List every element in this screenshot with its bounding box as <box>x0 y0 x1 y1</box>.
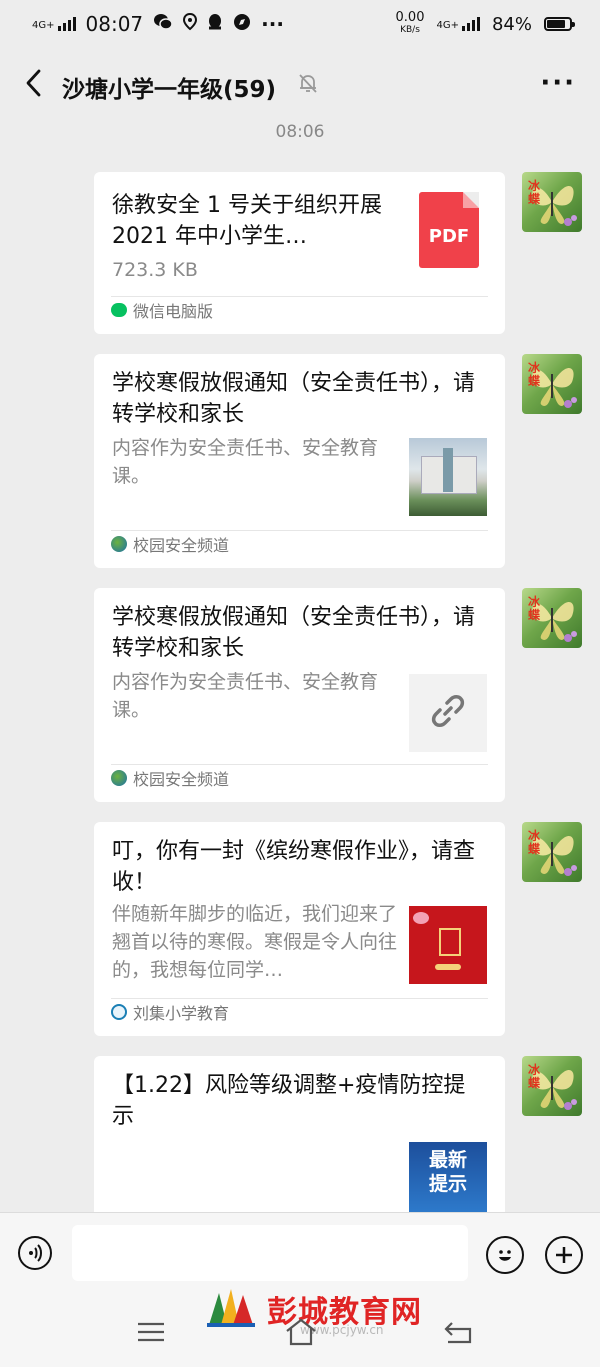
article-desc: 内容作为安全责任书、安全教育课。 <box>112 437 379 487</box>
message-source: 校园安全频道 <box>111 766 229 790</box>
avatar-text: 冰蝶 <box>528 361 541 388</box>
emoji-icon[interactable] <box>486 1236 524 1274</box>
file-title: 徐教安全 1 号关于组织开展 2021 年中小学生… <box>112 193 382 249</box>
battery-fill <box>547 20 565 28</box>
article-thumbnail <box>409 438 487 516</box>
wechat-pc-icon <box>111 303 127 317</box>
file-message[interactable]: 徐教安全 1 号关于组织开展 2021 年中小学生… 723.3 KB PDF … <box>94 172 505 334</box>
avatar[interactable]: 冰蝶 <box>522 172 582 232</box>
home-icon[interactable] <box>284 1317 318 1351</box>
voice-icon[interactable] <box>18 1236 52 1270</box>
back-nav-icon[interactable] <box>442 1319 474 1349</box>
article-message[interactable]: 学校寒假放假通知（安全责任书），请转学校和家长 内容作为安全责任书、安全教育课。… <box>94 588 505 802</box>
avatar[interactable]: 冰蝶 <box>522 354 582 414</box>
article-title: 叮，你有一封《缤纷寒假作业》，请查收！ <box>112 839 476 895</box>
source-label: 校园安全频道 <box>133 770 230 789</box>
article-message[interactable]: 学校寒假放假通知（安全责任书），请转学校和家长 内容作为安全责任书、安全教育课。… <box>94 354 505 568</box>
menu-icon[interactable] <box>136 1321 166 1347</box>
bell-off-icon <box>297 72 319 98</box>
divider <box>111 998 488 999</box>
net-speed: 0.00 KB/s <box>395 10 425 36</box>
battery-percent: 84% <box>491 13 532 35</box>
article-title: 【1.22】风险等级调整+疫情防控提示 <box>112 1073 466 1129</box>
divider <box>111 764 488 765</box>
message-timestamp: 08:06 <box>275 122 325 142</box>
wechat-icon <box>153 12 173 36</box>
article-thumbnail <box>409 906 487 984</box>
article-desc: 伴随新年脚步的临近，我们迎来了翘首以待的寒假。寒假是令人向往的，我想每位同学… <box>112 903 398 981</box>
link-thumbnail <box>409 674 487 752</box>
avatar-text: 冰蝶 <box>528 829 541 856</box>
net-speed-value: 0.00 <box>395 10 425 25</box>
source-label: 刘集小学教育 <box>133 1004 230 1023</box>
source-label: 校园安全频道 <box>133 536 230 555</box>
input-bar: 彭城教育网 www.pcjyw.cn <box>0 1212 600 1367</box>
pdf-label: PDF <box>428 225 470 247</box>
article-title: 学校寒假放假通知（安全责任书），请转学校和家长 <box>112 371 476 427</box>
compass-icon <box>233 12 251 36</box>
pdf-file-icon: PDF <box>419 192 479 268</box>
avatar-text: 冰蝶 <box>528 595 541 622</box>
network-type-label: 4G+ <box>32 20 55 31</box>
plus-icon[interactable] <box>545 1236 583 1274</box>
file-size: 723.3 KB <box>112 259 198 281</box>
source-label: 微信电脑版 <box>133 302 214 321</box>
article-thumbnail: 最新提示 <box>409 1142 487 1220</box>
message-source: 刘集小学教育 <box>111 1000 229 1024</box>
location-icon <box>183 12 198 36</box>
message-source: 微信电脑版 <box>111 298 213 322</box>
divider <box>111 530 488 531</box>
avatar[interactable]: 冰蝶 <box>522 822 582 882</box>
thumbnail-text: 最新提示 <box>428 1149 467 1195</box>
message-input[interactable] <box>72 1225 468 1281</box>
qq-icon <box>207 12 223 36</box>
avatar[interactable]: 冰蝶 <box>522 1056 582 1116</box>
article-title: 学校寒假放假通知（安全责任书），请转学校和家长 <box>112 605 476 661</box>
channel-logo-icon <box>111 536 127 552</box>
globe-icon <box>111 1004 127 1020</box>
network-type-label-right: 4G+ <box>436 20 459 31</box>
system-nav-bar <box>0 1305 600 1367</box>
avatar-text: 冰蝶 <box>528 179 541 206</box>
signal-icon <box>57 17 76 31</box>
channel-logo-icon <box>111 770 127 786</box>
avatar[interactable]: 冰蝶 <box>522 588 582 648</box>
chat-title: 沙塘小学一年级(59) <box>62 77 277 103</box>
battery-icon <box>544 17 575 31</box>
net-speed-unit: KB/s <box>400 25 420 35</box>
avatar-text: 冰蝶 <box>528 1063 541 1090</box>
divider <box>111 296 488 297</box>
chevron-left-icon[interactable] <box>16 66 50 100</box>
signal-icon-right <box>461 17 480 31</box>
status-bar: 4G+ 08:07 ··· 0.00 KB/s 4G+ 84% <box>0 0 600 48</box>
clock: 08:07 <box>85 12 144 36</box>
link-icon <box>430 693 466 733</box>
message-source: 校园安全频道 <box>111 532 229 556</box>
article-message[interactable]: 叮，你有一封《缤纷寒假作业》，请查收！ 伴随新年脚步的临近，我们迎来了翘首以待的… <box>94 822 505 1036</box>
more-dots-icon: ··· <box>261 12 284 36</box>
article-desc: 内容作为安全责任书、安全教育课。 <box>112 671 379 721</box>
article-message[interactable]: 【1.22】风险等级调整+疫情防控提示 最新提示 <box>94 1056 505 1226</box>
more-icon[interactable]: ··· <box>540 68 576 98</box>
chat-header: 沙塘小学一年级(59) ··· <box>0 48 600 120</box>
